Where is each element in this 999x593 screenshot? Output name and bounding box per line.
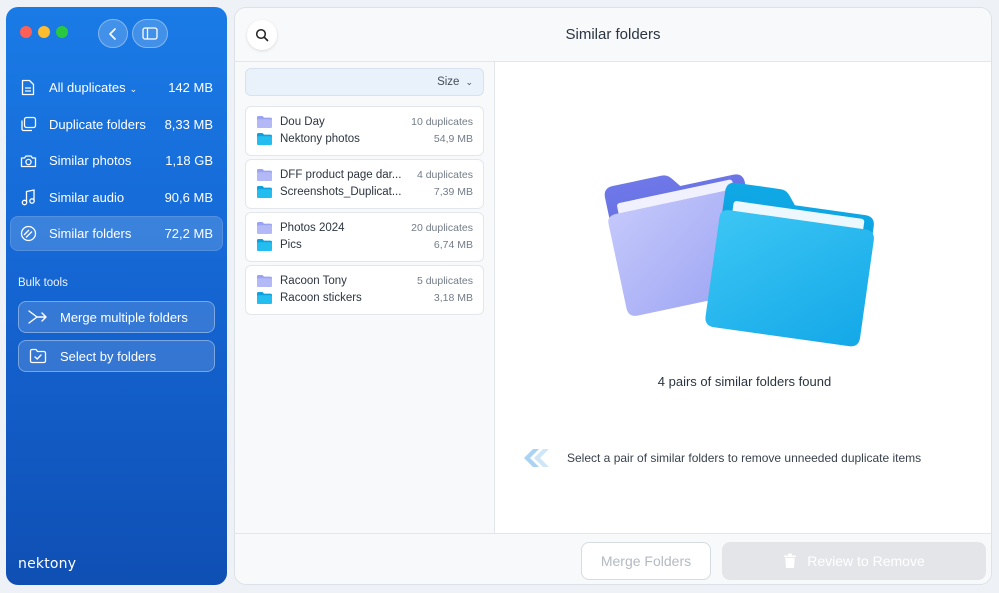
- toolbar: Similar folders: [235, 8, 991, 62]
- sidebar-item-label: All duplicates ⌄: [49, 80, 138, 95]
- similar-folders-icon: [19, 225, 37, 243]
- folder-pair-item[interactable]: Dou Day 10 duplicates Nektony photos 54,…: [245, 106, 484, 156]
- nektony-logo: nektony: [18, 556, 77, 572]
- selection-hint: Select a pair of similar folders to remo…: [521, 448, 921, 468]
- merge-arrow-icon: [28, 307, 48, 327]
- sort-label: Size: [437, 76, 460, 88]
- sidebar-item-similar-audio[interactable]: Similar audio 90,6 MB: [10, 180, 223, 215]
- folder-pairs-list: Size ⌄ Dou Day 10 duplicates Nektony pho…: [235, 62, 495, 533]
- merge-folders-button[interactable]: Merge Folders: [581, 542, 711, 580]
- zoom-window-button[interactable]: [56, 26, 68, 38]
- music-note-icon: [19, 188, 37, 206]
- sidebar-item-size: 142 MB: [168, 80, 213, 95]
- back-button[interactable]: [98, 19, 128, 48]
- close-window-button[interactable]: [20, 26, 32, 38]
- sidebar-item-label: Duplicate folders: [49, 116, 146, 132]
- duplicates-count: 5 duplicates: [416, 275, 473, 287]
- folder-check-icon: [28, 346, 48, 366]
- purple-folder-icon: [257, 116, 272, 128]
- document-icon: [19, 79, 37, 97]
- pair-row-a: Racoon Tony 5 duplicates: [257, 275, 473, 287]
- chevron-left-icon: [109, 27, 116, 40]
- main-panel: Similar folders Size ⌄ Dou Day 10 duplic…: [234, 7, 992, 585]
- blue-folder-icon: [257, 186, 272, 198]
- sidebar: All duplicates ⌄ 142 MB Duplicate folders…: [6, 7, 227, 585]
- camera-icon: [19, 152, 37, 170]
- blue-folder-icon: [257, 133, 272, 145]
- double-arrow-left-icon: [524, 449, 549, 467]
- folder-a-name: Photos 2024: [280, 222, 345, 234]
- pair-size: 3,18 MB: [433, 292, 473, 304]
- purple-folder-icon: [257, 275, 272, 287]
- blue-folder-icon: [257, 292, 272, 304]
- select-by-folders-label: Select by folders: [60, 348, 157, 364]
- pair-size: 7,39 MB: [433, 186, 473, 198]
- pair-row-a: Photos 2024 20 duplicates: [257, 222, 473, 234]
- duplicates-count: 10 duplicates: [411, 116, 473, 128]
- purple-folder-icon: [257, 169, 272, 181]
- folder-pair-item[interactable]: Photos 2024 20 duplicates Pics 6,74 MB: [245, 212, 484, 262]
- folder-a-name: Dou Day: [280, 116, 325, 128]
- footer-bar: Merge Folders Review to Remove: [235, 533, 991, 584]
- pair-size: 54,9 MB: [433, 133, 473, 145]
- sidebar-item-all-duplicates[interactable]: All duplicates ⌄ 142 MB: [10, 70, 223, 105]
- blue-folder-icon: [257, 239, 272, 251]
- select-by-folders-button[interactable]: Select by folders: [18, 340, 215, 372]
- folder-b-name: Pics: [280, 239, 302, 251]
- pair-row-a: DFF product page dar... 4 duplicates: [257, 169, 473, 181]
- toggle-sidebar-button[interactable]: [132, 19, 168, 48]
- duplicates-count: 4 duplicates: [416, 169, 473, 181]
- merge-multiple-folders-button[interactable]: Merge multiple folders: [18, 301, 215, 333]
- pair-row-b: Screenshots_Duplicat... 7,39 MB: [257, 186, 473, 198]
- sidebar-item-similar-folders[interactable]: Similar folders 72,2 MB: [10, 216, 223, 252]
- merge-multiple-folders-label: Merge multiple folders: [60, 309, 188, 325]
- pair-row-b: Pics 6,74 MB: [257, 239, 473, 251]
- hint-text: Select a pair of similar folders to remo…: [567, 451, 922, 465]
- sidebar-item-size: 72,2 MB: [164, 226, 213, 242]
- sidebar-icon: [142, 27, 158, 40]
- folder-pair-item[interactable]: DFF product page dar... 4 duplicates Scr…: [245, 159, 484, 209]
- pair-row-b: Racoon stickers 3,18 MB: [257, 292, 473, 304]
- chevron-down-icon: ⌄: [465, 76, 473, 87]
- sidebar-item-similar-photos[interactable]: Similar photos 1,18 GB: [10, 143, 223, 178]
- minimize-window-button[interactable]: [38, 26, 50, 38]
- review-to-remove-button[interactable]: Review to Remove: [722, 542, 986, 580]
- sidebar-item-label: Similar photos: [49, 153, 132, 169]
- pair-row-a: Dou Day 10 duplicates: [257, 116, 473, 128]
- detail-pane: 4 pairs of similar folders found Select …: [496, 62, 991, 533]
- duplicates-count: 20 duplicates: [411, 222, 473, 234]
- chevron-down-icon: ⌄: [129, 84, 138, 94]
- sidebar-item-size: 1,18 GB: [165, 153, 213, 169]
- duplicate-folders-icon: [19, 115, 37, 133]
- bulk-tools-heading: Bulk tools: [18, 277, 68, 289]
- pair-size: 6,74 MB: [433, 239, 473, 251]
- sidebar-item-label: Similar folders: [49, 226, 132, 242]
- review-to-remove-label: Review to Remove: [807, 553, 925, 569]
- folder-pair-item[interactable]: Racoon Tony 5 duplicates Racoon stickers…: [245, 265, 484, 315]
- page-title: Similar folders: [565, 26, 661, 43]
- pairs-found-text: 4 pairs of similar folders found: [657, 374, 832, 389]
- sidebar-item-size: 90,6 MB: [164, 189, 213, 205]
- trash-icon: [783, 553, 797, 569]
- sidebar-item-duplicate-folders[interactable]: Duplicate folders 8,33 MB: [10, 107, 223, 142]
- sidebar-item-label: Similar audio: [49, 189, 125, 205]
- folder-b-name: Nektony photos: [280, 133, 360, 145]
- folder-a-name: Racoon Tony: [280, 275, 347, 287]
- similar-folders-illustration: [604, 174, 874, 347]
- sort-dropdown[interactable]: Size ⌄: [245, 68, 484, 96]
- sidebar-item-size: 8,33 MB: [164, 116, 213, 132]
- folder-a-name: DFF product page dar...: [280, 169, 402, 181]
- folder-b-name: Screenshots_Duplicat...: [280, 186, 402, 198]
- pair-row-b: Nektony photos 54,9 MB: [257, 133, 473, 145]
- purple-folder-icon: [257, 222, 272, 234]
- folder-b-name: Racoon stickers: [280, 292, 362, 304]
- sidebar-nav: All duplicates ⌄ 142 MB Duplicate folders…: [10, 70, 223, 253]
- app-window: All duplicates ⌄ 142 MB Duplicate folders…: [0, 0, 999, 593]
